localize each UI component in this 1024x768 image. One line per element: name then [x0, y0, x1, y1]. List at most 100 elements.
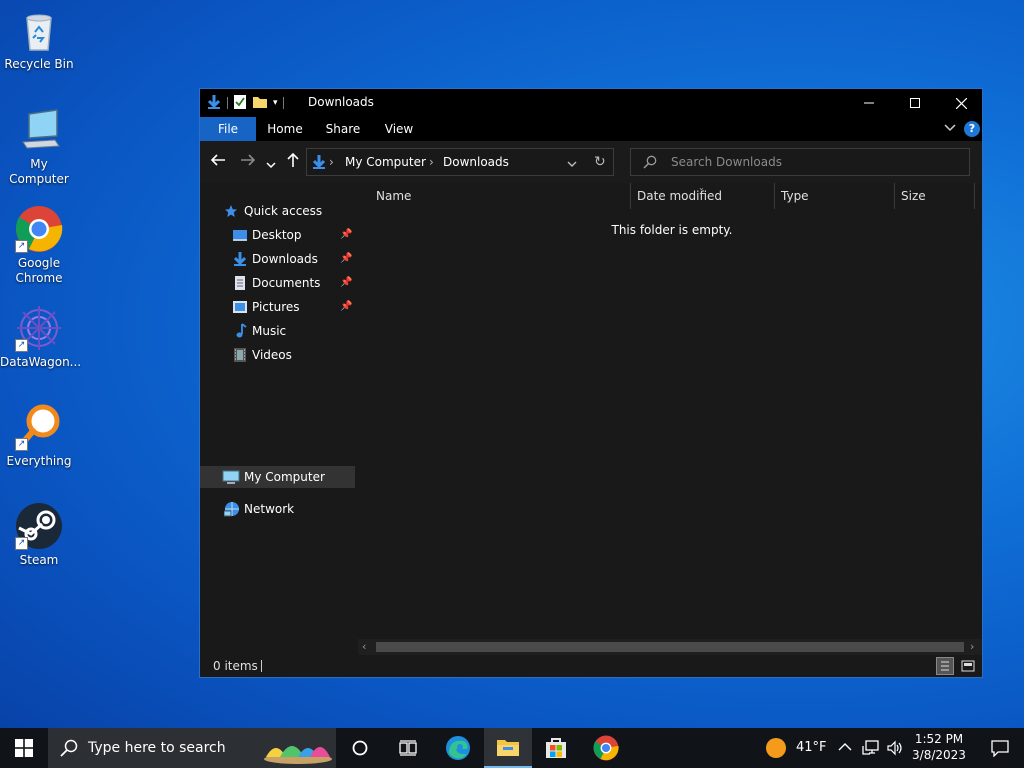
- minimize-button[interactable]: [846, 89, 892, 117]
- desktop-icon-recycle-bin[interactable]: Recycle Bin: [0, 6, 78, 72]
- desktop-icon-my-computer[interactable]: My Computer: [0, 106, 78, 187]
- tab-file[interactable]: File: [200, 117, 256, 141]
- breadcrumb-downloads[interactable]: Downloads: [443, 155, 509, 169]
- pin-icon[interactable]: 📌: [340, 272, 352, 294]
- quick-access-toolbar: ▾: [206, 94, 284, 112]
- forward-arrow-icon[interactable]: [240, 152, 256, 172]
- status-separator: [261, 660, 262, 672]
- taskbar-search-box[interactable]: Type here to search: [48, 728, 336, 768]
- taskbar-file-explorer-button[interactable]: [484, 728, 532, 768]
- toolbar-separator: [227, 97, 228, 109]
- sidebar-item-pictures[interactable]: Pictures 📌: [232, 296, 358, 318]
- up-arrow-icon[interactable]: [285, 152, 301, 172]
- sun-weather-icon: [766, 738, 786, 758]
- breadcrumb-separator-icon[interactable]: ›: [429, 155, 434, 169]
- column-divider[interactable]: [774, 183, 775, 209]
- new-folder-icon[interactable]: [252, 94, 268, 113]
- address-history-chevron-icon[interactable]: [567, 158, 577, 172]
- file-explorer-window: ▾ Downloads File Home Share View ? › My …: [199, 88, 983, 678]
- scrollbar-thumb[interactable]: [376, 642, 964, 652]
- search-input[interactable]: Search Downloads: [671, 155, 782, 169]
- sidebar-item-downloads[interactable]: Downloads 📌: [232, 248, 358, 270]
- pin-icon[interactable]: 📌: [340, 296, 352, 318]
- ribbon-tab-bar: File Home Share View ?: [200, 117, 982, 141]
- tab-share[interactable]: Share: [318, 117, 368, 141]
- customize-toolbar-dropdown-icon[interactable]: ▾: [273, 98, 278, 108]
- sidebar-item-documents[interactable]: Documents 📌: [232, 272, 358, 294]
- column-header-date-modified[interactable]: Date modified: [637, 183, 767, 209]
- recent-locations-chevron-icon[interactable]: [266, 155, 276, 174]
- sidebar-item-quick-access[interactable]: Quick access: [224, 200, 354, 222]
- sidebar-item-label: Downloads: [252, 252, 318, 266]
- pin-icon[interactable]: 📌: [340, 224, 352, 246]
- sidebar-item-network[interactable]: Network: [223, 498, 354, 520]
- properties-icon[interactable]: [233, 94, 247, 113]
- column-header-size[interactable]: Size: [901, 183, 971, 209]
- volume-speaker-icon[interactable]: [886, 740, 904, 759]
- breadcrumb-separator-icon[interactable]: ›: [329, 155, 334, 169]
- network-status-icon[interactable]: [862, 740, 880, 759]
- search-icon: [643, 155, 657, 172]
- details-view-icon[interactable]: [936, 657, 954, 675]
- clock[interactable]: 1:52 PM 3/8/2023: [908, 731, 970, 765]
- scroll-right-arrow-icon[interactable]: ›: [970, 640, 974, 653]
- back-arrow-icon[interactable]: [210, 152, 226, 172]
- start-button[interactable]: [0, 728, 48, 768]
- sidebar-item-label: Videos: [252, 348, 292, 362]
- tab-view[interactable]: View: [374, 117, 424, 141]
- help-icon[interactable]: ?: [964, 121, 980, 137]
- cortana-button[interactable]: [336, 728, 384, 768]
- sidebar-item-videos[interactable]: Videos: [232, 344, 358, 366]
- expand-ribbon-chevron-icon[interactable]: [944, 121, 956, 136]
- video-film-icon: [232, 347, 248, 363]
- downloads-arrow-icon: [206, 94, 222, 113]
- desktop-icon-google-chrome[interactable]: ↗ Google Chrome: [0, 205, 78, 286]
- task-view-button[interactable]: [384, 728, 432, 768]
- desktop-icon-everything[interactable]: ↗ Everything: [0, 403, 78, 469]
- column-divider[interactable]: [974, 183, 975, 209]
- file-list-pane[interactable]: Name ⌄ Date modified Type Size This fold…: [358, 183, 982, 653]
- desktop-icon-datawagon[interactable]: ↗ DataWagon...: [0, 304, 81, 370]
- column-header-type[interactable]: Type: [781, 183, 891, 209]
- column-header-name[interactable]: Name: [376, 183, 626, 209]
- sidebar-item-desktop[interactable]: Desktop 📌: [232, 224, 358, 246]
- shortcut-arrow-icon: ↗: [15, 339, 28, 352]
- desktop-icon-steam[interactable]: ↗ Steam: [0, 502, 78, 568]
- column-divider[interactable]: [630, 183, 631, 209]
- clock-time: 1:52 PM: [914, 732, 964, 746]
- tab-home[interactable]: Home: [260, 117, 310, 141]
- sidebar-item-my-computer[interactable]: My Computer: [200, 466, 355, 488]
- pin-icon[interactable]: 📌: [340, 248, 352, 270]
- search-input[interactable]: Type here to search: [88, 740, 226, 756]
- file-explorer-icon: [497, 740, 519, 756]
- shortcut-arrow-icon: ↗: [15, 537, 28, 550]
- large-icons-view-icon[interactable]: [960, 658, 976, 677]
- downloads-arrow-icon: [311, 154, 327, 173]
- action-center-button[interactable]: [976, 728, 1024, 768]
- network-globe-icon: [223, 501, 240, 517]
- scroll-left-arrow-icon[interactable]: ‹: [362, 640, 366, 653]
- refresh-icon[interactable]: ↻: [594, 154, 606, 170]
- taskbar-edge-button[interactable]: [434, 728, 482, 768]
- windows-logo-icon: [15, 739, 33, 757]
- title-bar[interactable]: ▾ Downloads: [200, 89, 982, 117]
- taskbar-store-button[interactable]: [532, 728, 580, 768]
- taskbar-chrome-button[interactable]: [582, 728, 630, 768]
- weather-widget[interactable]: 41°F: [764, 728, 834, 768]
- show-hidden-icons-chevron-icon[interactable]: [838, 741, 852, 756]
- computer-icon: [222, 469, 240, 485]
- column-divider[interactable]: [894, 183, 895, 209]
- search-highlight-holi-icon: [262, 733, 334, 768]
- sidebar-item-music[interactable]: Music: [232, 320, 358, 342]
- navigation-pane: Quick access Desktop 📌 Downloads 📌 Docum…: [200, 183, 358, 653]
- horizontal-scrollbar[interactable]: ‹ ›: [358, 639, 982, 655]
- close-button[interactable]: [938, 89, 984, 117]
- notification-icon: [991, 740, 1009, 757]
- task-view-icon: [399, 740, 417, 756]
- sidebar-item-label: Desktop: [252, 228, 302, 242]
- breadcrumb-my-computer[interactable]: My Computer: [345, 155, 426, 169]
- datawagon-icon: ↗: [15, 304, 63, 352]
- maximize-button[interactable]: [892, 89, 938, 117]
- address-bar[interactable]: › My Computer › Downloads ↻: [306, 148, 614, 176]
- search-box[interactable]: Search Downloads: [630, 148, 970, 176]
